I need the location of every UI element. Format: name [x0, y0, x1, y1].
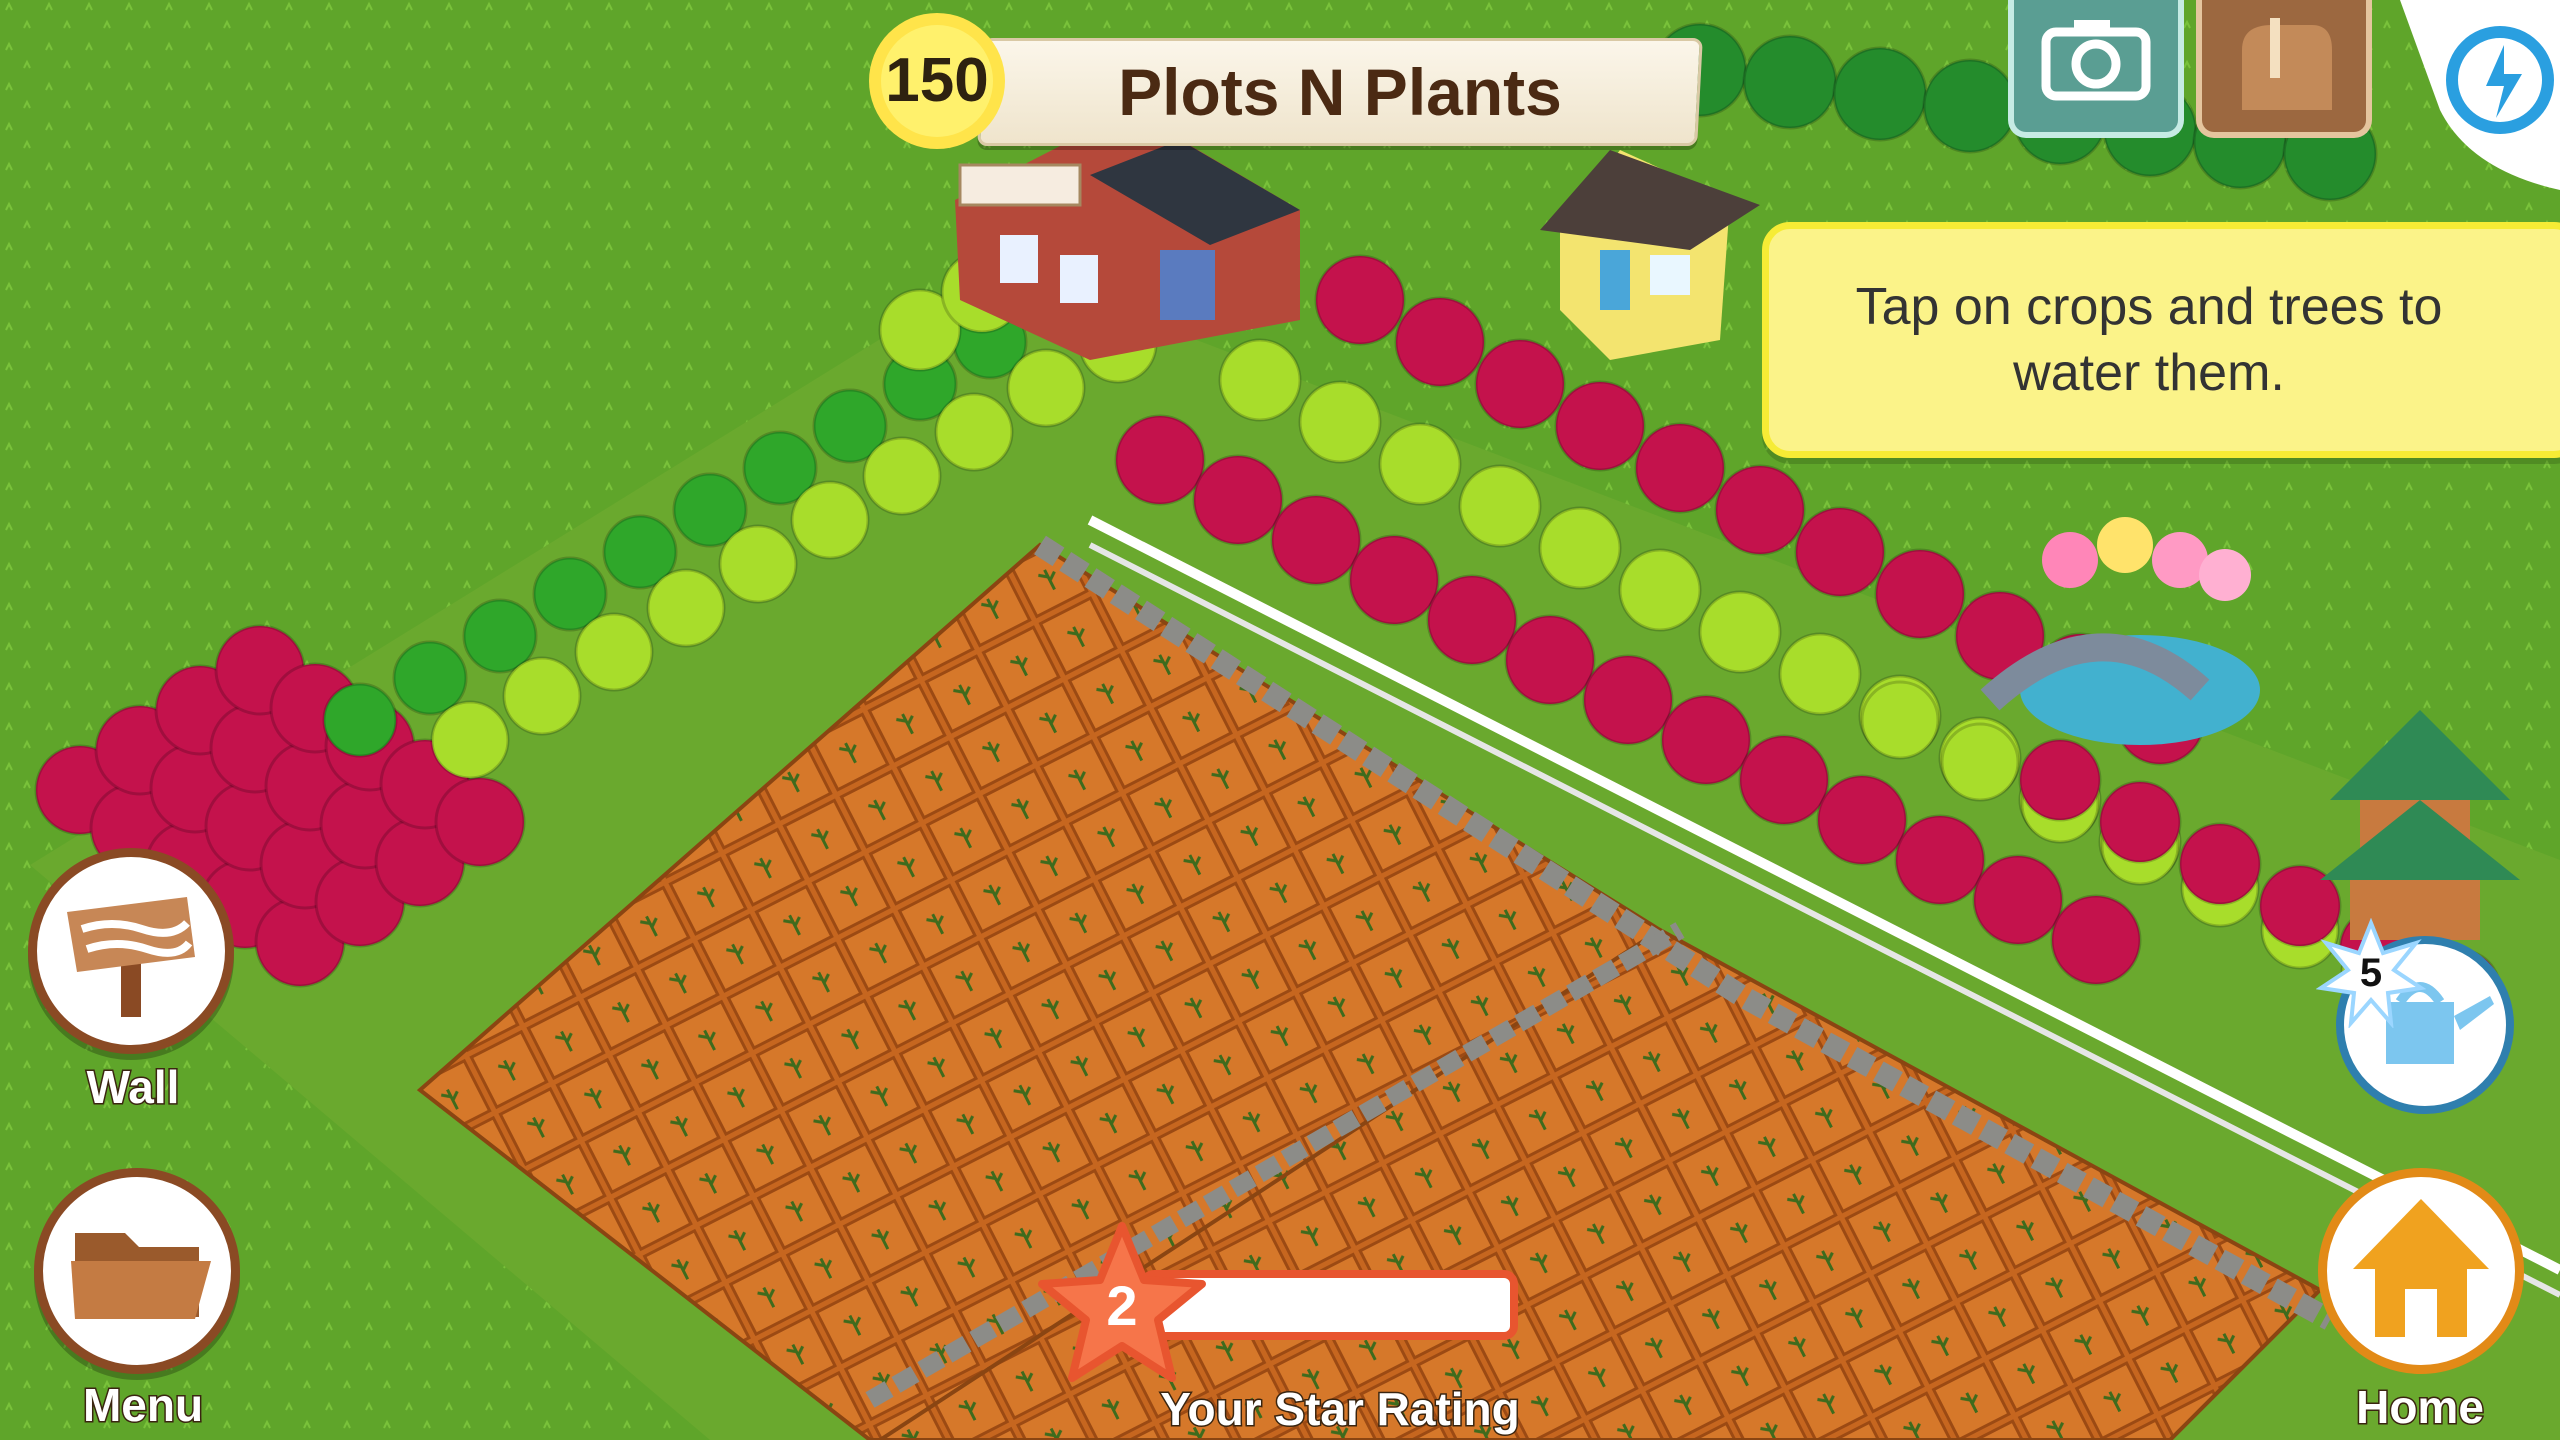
- star-rating-label: Your Star Rating: [1159, 1382, 1522, 1437]
- level-value-wrap: 150: [862, 6, 1012, 156]
- tree[interactable]: [1582, 654, 1674, 746]
- tree[interactable]: [1114, 414, 1206, 506]
- tree[interactable]: [1860, 680, 1940, 760]
- tree[interactable]: [1738, 734, 1830, 826]
- tree[interactable]: [1394, 296, 1486, 388]
- tree[interactable]: [1778, 632, 1862, 716]
- mailbox-button[interactable]: [2196, 0, 2372, 138]
- tree[interactable]: [646, 568, 726, 648]
- tree[interactable]: [1618, 548, 1702, 632]
- tree[interactable]: [1794, 506, 1886, 598]
- tree[interactable]: [430, 700, 510, 780]
- farm-scene[interactable]: [0, 0, 2560, 1440]
- tree[interactable]: [1554, 380, 1646, 472]
- tree[interactable]: [1634, 422, 1726, 514]
- tree[interactable]: [862, 436, 942, 516]
- player-level: 150: [885, 46, 989, 115]
- water-count-wrap: 5: [2316, 918, 2426, 1028]
- tree[interactable]: [1348, 534, 1440, 626]
- water-count: 5: [2359, 951, 2383, 995]
- rating-level: 2: [1106, 1274, 1138, 1337]
- tree[interactable]: [1006, 348, 1086, 428]
- tree[interactable]: [2178, 822, 2262, 906]
- tooltip-box: Tap on crops and trees to water them.: [1762, 222, 2560, 458]
- tree[interactable]: [1894, 814, 1986, 906]
- tree[interactable]: [934, 392, 1014, 472]
- tree[interactable]: [790, 480, 870, 560]
- tree[interactable]: [1458, 464, 1542, 548]
- tree[interactable]: [392, 640, 468, 716]
- farm-banner: Plots N Plants: [977, 20, 1703, 155]
- tree[interactable]: [1192, 454, 1284, 546]
- tree[interactable]: [1270, 494, 1362, 586]
- wall-label: Wall: [85, 1060, 181, 1115]
- quick-action-button[interactable]: [2400, 0, 2560, 190]
- tree[interactable]: [1378, 422, 1462, 506]
- camera-icon: [2041, 20, 2151, 101]
- folder-icon: [71, 1233, 211, 1319]
- tree[interactable]: [1298, 380, 1382, 464]
- menu-label: Menu: [81, 1378, 204, 1433]
- tree[interactable]: [2050, 894, 2142, 986]
- wall-button[interactable]: [28, 848, 234, 1054]
- tree[interactable]: [2098, 780, 2182, 864]
- menu-button[interactable]: [34, 1168, 240, 1374]
- tree[interactable]: [718, 524, 798, 604]
- tooltip-text: Tap on crops and trees to water them.: [1855, 278, 2443, 402]
- farm-name: Plots N Plants: [1118, 55, 1562, 129]
- tree[interactable]: [1314, 254, 1406, 346]
- tree[interactable]: [1474, 338, 1566, 430]
- tree[interactable]: [1504, 614, 1596, 706]
- tree[interactable]: [574, 612, 654, 692]
- mailbox-icon: [2242, 18, 2332, 110]
- tree[interactable]: [1426, 574, 1518, 666]
- signpost-icon: [67, 897, 195, 1017]
- tree[interactable]: [1660, 694, 1752, 786]
- tree[interactable]: [1714, 464, 1806, 556]
- home-button[interactable]: [2318, 1168, 2524, 1374]
- rating-level-wrap: 2: [1034, 1218, 1210, 1394]
- tree[interactable]: [1922, 58, 2018, 154]
- tree[interactable]: [2018, 738, 2102, 822]
- tree[interactable]: [502, 656, 582, 736]
- tree[interactable]: [1218, 338, 1302, 422]
- house-icon: [2353, 1199, 2489, 1337]
- tree[interactable]: [1940, 722, 2020, 802]
- tree[interactable]: [1874, 548, 1966, 640]
- tree[interactable]: [1698, 590, 1782, 674]
- tree[interactable]: [322, 682, 398, 758]
- tree[interactable]: [434, 776, 526, 868]
- tree[interactable]: [1742, 34, 1838, 130]
- tree[interactable]: [1816, 774, 1908, 866]
- home-label: Home: [2355, 1380, 2486, 1435]
- camera-button[interactable]: [2008, 0, 2184, 138]
- tree[interactable]: [1972, 854, 2064, 946]
- tree[interactable]: [1832, 46, 1928, 142]
- tree[interactable]: [1538, 506, 1622, 590]
